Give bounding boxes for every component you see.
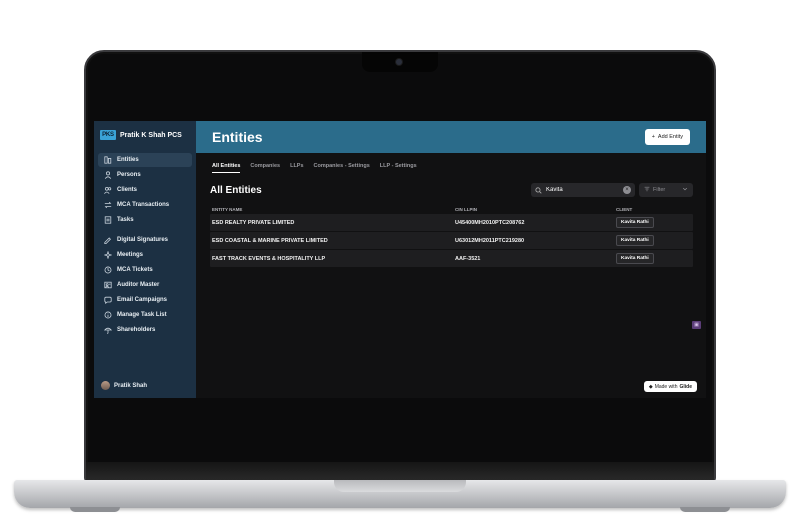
meetings-icon	[104, 251, 112, 259]
entity-name-cell: ESD COASTAL & MARINE PRIVATE LIMITED	[212, 237, 328, 244]
chevron-down-icon	[682, 186, 688, 194]
ticket-icon	[104, 266, 112, 274]
search-icon	[535, 186, 542, 194]
glide-badge-brand: Glide	[679, 383, 692, 390]
column-header-cin-llpin[interactable]: CIN LLPIN	[455, 207, 616, 212]
sidebar-item-label: Digital Signatures	[117, 237, 169, 243]
entities-table: ENTITY NAME CIN LLPIN CLIENT ESD REALTY …	[210, 204, 693, 267]
laptop-hinge	[86, 462, 714, 482]
client-cell: Kavita Rathi	[616, 235, 691, 246]
sidebar-item-label: MCA Transactions	[117, 202, 170, 208]
add-entity-label: Add Entity	[657, 134, 683, 140]
filter-dropdown[interactable]: Filter	[639, 183, 693, 197]
sidebar-item-shareholders[interactable]: Shareholders	[98, 323, 192, 337]
sidebar-item-persons[interactable]: Persons	[98, 168, 192, 182]
column-header-entity-name[interactable]: ENTITY NAME	[212, 207, 455, 212]
clients-icon	[104, 186, 112, 194]
sidebar-item-label: Email Campaigns	[117, 297, 168, 303]
sidebar-item-email-campaigns[interactable]: Email Campaigns	[98, 293, 192, 307]
avatar	[101, 381, 110, 390]
sidebar: PKS Pratik K Shah PCS Entities Persons C…	[94, 121, 196, 398]
plus-icon: +	[651, 134, 655, 140]
main-content: Entities + Add Entity All Entities Compa…	[196, 121, 706, 398]
laptop-foot-right	[680, 507, 730, 512]
tab-companies-settings[interactable]: Companies - Settings	[314, 163, 370, 173]
sidebar-user[interactable]: Pratik Shah	[101, 381, 147, 390]
tab-all-entities[interactable]: All Entities	[212, 163, 241, 173]
sidebar-item-label: Auditor Master	[117, 282, 160, 288]
info-icon	[104, 311, 112, 319]
sidebar-item-label: Entities	[117, 157, 139, 163]
brand[interactable]: PKS Pratik K Shah PCS	[94, 128, 196, 142]
table-row[interactable]: FAST TRACK EVENTS & HOSPITALITY LLP AAF-…	[210, 250, 693, 267]
user-name: Pratik Shah	[114, 382, 148, 389]
glide-logo-icon: ◆	[648, 383, 653, 390]
client-cell: Kavita Rathi	[616, 253, 691, 264]
sidebar-nav: Entities Persons Clients MCA Transaction…	[94, 153, 196, 337]
sidebar-item-mca-transactions[interactable]: MCA Transactions	[98, 198, 192, 212]
page-title: Entities	[212, 129, 263, 145]
laptop-opening-notch	[334, 480, 466, 492]
exchange-icon	[104, 201, 112, 209]
email-icon	[104, 296, 112, 304]
camera-icon	[396, 59, 402, 65]
shareholders-icon	[104, 326, 112, 334]
sidebar-item-tasks[interactable]: Tasks	[98, 213, 192, 227]
auditor-icon	[104, 281, 112, 289]
table-row[interactable]: ESD COASTAL & MARINE PRIVATE LIMITED U63…	[210, 232, 693, 249]
section-title: All Entities	[210, 184, 262, 196]
entities-icon	[104, 156, 112, 164]
column-header-client[interactable]: CLIENT	[616, 207, 691, 212]
filter-icon	[644, 186, 650, 194]
laptop-foot-left	[70, 507, 120, 512]
tab-bar: All Entities Companies LLPs Companies - …	[196, 163, 706, 173]
entity-name-cell: FAST TRACK EVENTS & HOSPITALITY LLP	[212, 255, 326, 262]
sidebar-item-manage-task-list[interactable]: Manage Task List	[98, 308, 192, 322]
table-row[interactable]: ESD REALTY PRIVATE LIMITED U45400MH2010P…	[210, 214, 693, 231]
page-header: Entities + Add Entity	[196, 121, 706, 153]
client-chip[interactable]: Kavita Rathi	[616, 235, 654, 246]
app-screen: PKS Pratik K Shah PCS Entities Persons C…	[94, 121, 706, 398]
sidebar-item-label: MCA Tickets	[117, 267, 153, 273]
clear-search-icon[interactable]: ×	[623, 186, 631, 194]
sidebar-item-label: Persons	[117, 172, 141, 178]
toolbar-controls: × Filter	[531, 183, 693, 197]
client-chip[interactable]: Kavita Rathi	[616, 217, 654, 228]
search-box: ×	[531, 183, 635, 197]
sidebar-item-mca-tickets[interactable]: MCA Tickets	[98, 263, 192, 277]
sidebar-item-label: Manage Task List	[117, 312, 167, 318]
tasks-icon	[104, 216, 112, 224]
brand-logo: PKS	[100, 130, 116, 140]
list-toolbar: All Entities × Filter	[196, 183, 706, 197]
client-chip[interactable]: Kavita Rathi	[616, 253, 654, 264]
signature-icon	[104, 236, 112, 244]
tab-llp-settings[interactable]: LLP - Settings	[380, 163, 417, 173]
table-header: ENTITY NAME CIN LLPIN CLIENT	[210, 204, 693, 214]
sidebar-item-label: Shareholders	[117, 327, 156, 333]
filter-label: Filter	[653, 187, 666, 193]
sidebar-item-entities[interactable]: Entities	[98, 153, 192, 167]
made-with-glide-badge[interactable]: ◆ Made with Glide	[643, 381, 697, 392]
tab-llps[interactable]: LLPs	[290, 163, 303, 173]
glide-badge-prefix: Made with	[654, 383, 678, 390]
person-icon	[104, 171, 112, 179]
client-cell: Kavita Rathi	[616, 217, 691, 228]
brand-name: Pratik K Shah PCS	[120, 131, 182, 139]
sidebar-item-meetings[interactable]: Meetings	[98, 248, 192, 262]
cin-cell: U45400MH2010PTC208762	[455, 219, 525, 226]
sidebar-item-clients[interactable]: Clients	[98, 183, 192, 197]
entity-name-cell: ESD REALTY PRIVATE LIMITED	[212, 219, 295, 226]
sidebar-item-digital-signatures[interactable]: Digital Signatures	[98, 233, 192, 247]
chat-widget-icon[interactable]: ▣	[692, 321, 701, 329]
sidebar-item-label: Clients	[117, 187, 138, 193]
sidebar-item-label: Tasks	[117, 217, 134, 223]
sidebar-item-label: Meetings	[117, 252, 144, 258]
cin-cell: U63012MH2011PTC219280	[455, 237, 525, 244]
cin-cell: AAF-3521	[455, 255, 481, 262]
sidebar-item-auditor-master[interactable]: Auditor Master	[98, 278, 192, 292]
tab-companies[interactable]: Companies	[250, 163, 280, 173]
add-entity-button[interactable]: + Add Entity	[644, 129, 690, 145]
search-input[interactable]	[546, 187, 619, 193]
